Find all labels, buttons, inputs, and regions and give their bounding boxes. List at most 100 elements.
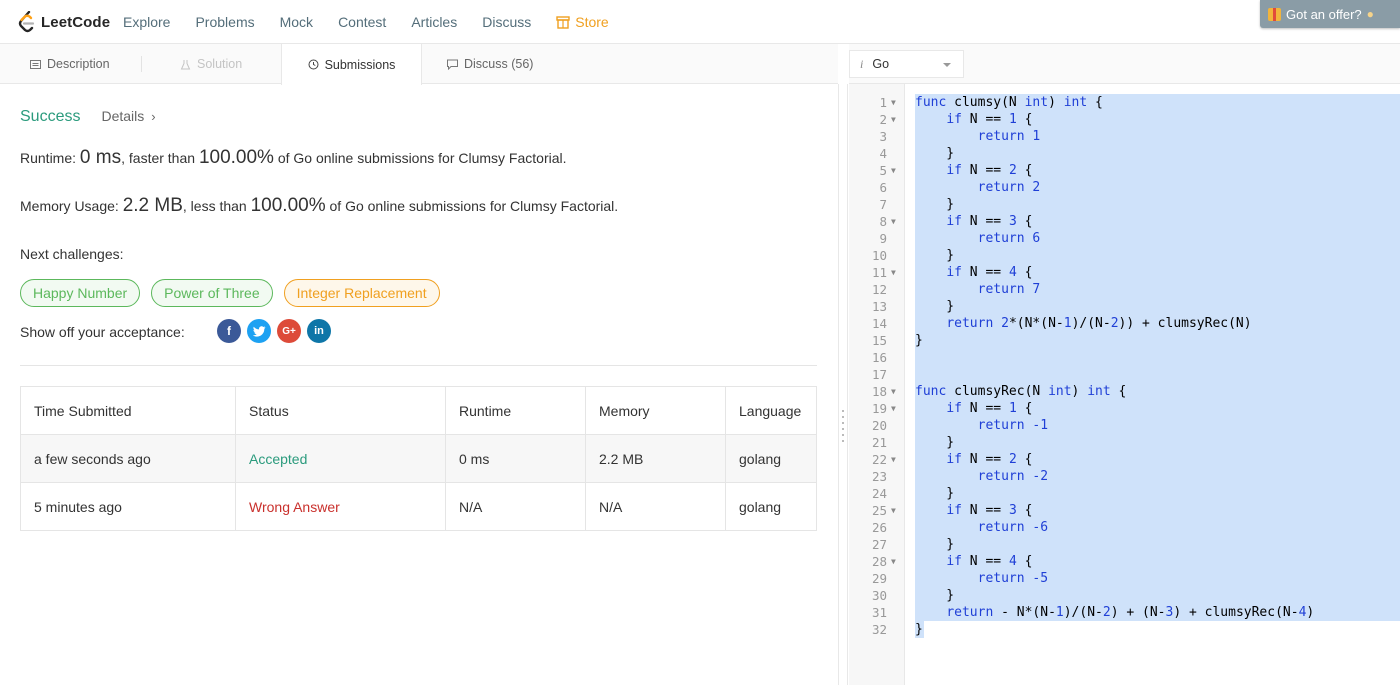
divider	[20, 365, 817, 366]
code-line[interactable]: 27 }	[872, 536, 1400, 553]
code-line[interactable]: 24 }	[872, 485, 1400, 502]
line-number: 23	[871, 469, 887, 484]
cell-status[interactable]: Accepted	[235, 434, 446, 483]
tab-submissions-label: Submissions	[324, 57, 396, 72]
tab-submissions[interactable]: Submissions	[281, 44, 422, 85]
fold-arrow-icon[interactable]: ▼	[891, 383, 896, 400]
code-text: }	[915, 333, 923, 348]
linkedin-icon[interactable]: in	[307, 319, 331, 343]
fold-arrow-icon[interactable]: ▼	[891, 94, 896, 111]
code-line[interactable]: 10 }	[872, 247, 1400, 264]
logo[interactable]: LeetCode	[18, 11, 110, 33]
line-number: 18	[871, 384, 887, 399]
line-number: 25	[871, 503, 887, 518]
code-editor[interactable]: 1 ▼ func clumsy(N int) int {2 ▼ if N == 1 {…	[849, 84, 1400, 685]
twitter-bird-glyph	[252, 325, 265, 337]
code-line[interactable]: 2 ▼ if N == 1 {	[879, 111, 1400, 128]
code-line[interactable]: 28 ▼ if N == 4 {	[872, 553, 1400, 570]
drag-grip-icon	[842, 410, 844, 446]
code-line[interactable]: 7 }	[879, 196, 1400, 213]
code-text: }	[915, 197, 955, 212]
challenge-happy-number[interactable]: Happy Number	[20, 279, 141, 307]
line-number: 21	[871, 435, 887, 450]
code-line[interactable]: 25 ▼ if N == 3 {	[872, 502, 1400, 519]
code-line[interactable]: 6 return 2	[879, 179, 1400, 196]
code-line[interactable]: 32}	[872, 621, 924, 638]
code-line[interactable]: 15}	[872, 332, 1400, 349]
code-line[interactable]: 30 }	[872, 587, 1400, 604]
code-line[interactable]: 16	[872, 349, 1400, 366]
fold-arrow-icon[interactable]: ▼	[891, 502, 896, 519]
code-line[interactable]: 8 ▼ if N == 3 {	[879, 213, 1400, 230]
nav-mock[interactable]: Mock	[280, 14, 313, 30]
code-line[interactable]: 18 ▼ func clumsyRec(N int) int {	[872, 383, 1400, 400]
fold-arrow-icon[interactable]: ▼	[891, 111, 896, 128]
fold-arrow-icon[interactable]: ▼	[891, 451, 896, 468]
code-line[interactable]: 20 return -1	[872, 417, 1400, 434]
nav-links: Explore Problems Mock Contest Articles D…	[123, 14, 634, 30]
code-text: if N == 2 {	[946, 163, 1033, 178]
code-text: if N == 3 {	[946, 214, 1033, 229]
fold-arrow-icon[interactable]: ▼	[891, 264, 896, 281]
runtime-percent: 100.00%	[198, 147, 274, 168]
column-header: Time Submitted	[20, 386, 236, 435]
got-an-offer-button[interactable]: Got an offer? ●	[1260, 0, 1400, 28]
code-line[interactable]: 4 }	[879, 145, 1400, 162]
code-line[interactable]: 17	[872, 366, 1400, 383]
challenge-integer-replacement[interactable]: Integer Replacement	[283, 279, 440, 307]
nav-contest[interactable]: Contest	[338, 14, 386, 30]
code-line[interactable]: 29 return -5	[872, 570, 1400, 587]
nav-store[interactable]: Store	[556, 14, 609, 30]
code-line[interactable]: 19 ▼ if N == 1 {	[872, 400, 1400, 417]
tab-solution[interactable]: Solution	[180, 44, 242, 84]
language-select[interactable]: i Go	[849, 50, 964, 78]
tab-description[interactable]: Description	[30, 44, 110, 84]
fold-arrow-icon[interactable]: ▼	[891, 400, 896, 417]
challenge-power-of-three[interactable]: Power of Three	[151, 279, 273, 307]
facebook-icon[interactable]: f	[217, 319, 241, 343]
share-buttons: f G+ in	[217, 319, 331, 343]
panel-resize-handle[interactable]	[838, 84, 848, 685]
nav-problems[interactable]: Problems	[195, 14, 254, 30]
code-line[interactable]: 9 return 6	[879, 230, 1400, 247]
fold-arrow-icon[interactable]: ▼	[891, 213, 896, 230]
nav-articles[interactable]: Articles	[411, 14, 457, 30]
line-number: 1	[879, 95, 887, 110]
code-lines[interactable]: 1 ▼ func clumsy(N int) int {2 ▼ if N == 1 {…	[872, 94, 1400, 638]
code-line[interactable]: 11 ▼ if N == 4 {	[872, 264, 1400, 281]
twitter-icon[interactable]	[247, 319, 271, 343]
cell-status[interactable]: Wrong Answer	[235, 482, 446, 531]
code-line[interactable]: 1 ▼ func clumsy(N int) int {	[879, 94, 1400, 111]
info-icon: i	[860, 56, 864, 71]
result-header: Success Details ›	[20, 108, 156, 126]
code-text: if N == 4 {	[946, 265, 1033, 280]
tab-discuss[interactable]: Discuss (56)	[447, 44, 533, 84]
nav-discuss[interactable]: Discuss	[482, 14, 531, 30]
code-line[interactable]: 3 return 1	[879, 128, 1400, 145]
nav-explore[interactable]: Explore	[123, 14, 170, 30]
fold-arrow-icon[interactable]: ▼	[891, 162, 896, 179]
line-number: 17	[871, 367, 887, 382]
fold-arrow-icon[interactable]: ▼	[891, 553, 896, 570]
table-row: a few seconds ago Accepted 0 ms 2.2 MB g…	[20, 434, 817, 483]
share-label: Show off your acceptance:	[20, 324, 185, 340]
code-text: return -2	[977, 469, 1049, 484]
line-number: 12	[871, 282, 887, 297]
code-line[interactable]: 31 return - N*(N-1)/(N-2) + (N-3) + clum…	[872, 604, 1400, 621]
details-link[interactable]: Details	[101, 108, 144, 124]
store-icon	[556, 15, 570, 29]
google-plus-icon[interactable]: G+	[277, 319, 301, 343]
code-line[interactable]: 23 return -2	[872, 468, 1400, 485]
code-line[interactable]: 12 return 7	[872, 281, 1400, 298]
chevron-right-icon[interactable]: ›	[151, 109, 155, 124]
code-line[interactable]: 26 return -6	[872, 519, 1400, 536]
leetcode-logo-icon	[18, 11, 35, 33]
code-line[interactable]: 14 return 2*(N*(N-1)/(N-2)) + clumsyRec(…	[872, 315, 1400, 332]
code-line[interactable]: 22 ▼ if N == 2 {	[872, 451, 1400, 468]
runtime-stat: Runtime: 0 ms, faster than 100.00% of Go…	[20, 147, 567, 169]
code-line[interactable]: 13 }	[872, 298, 1400, 315]
code-line[interactable]: 21 }	[872, 434, 1400, 451]
tab-description-label: Description	[47, 57, 110, 71]
code-line[interactable]: 5 ▼ if N == 2 {	[879, 162, 1400, 179]
memory-mid: , less than	[182, 198, 251, 214]
